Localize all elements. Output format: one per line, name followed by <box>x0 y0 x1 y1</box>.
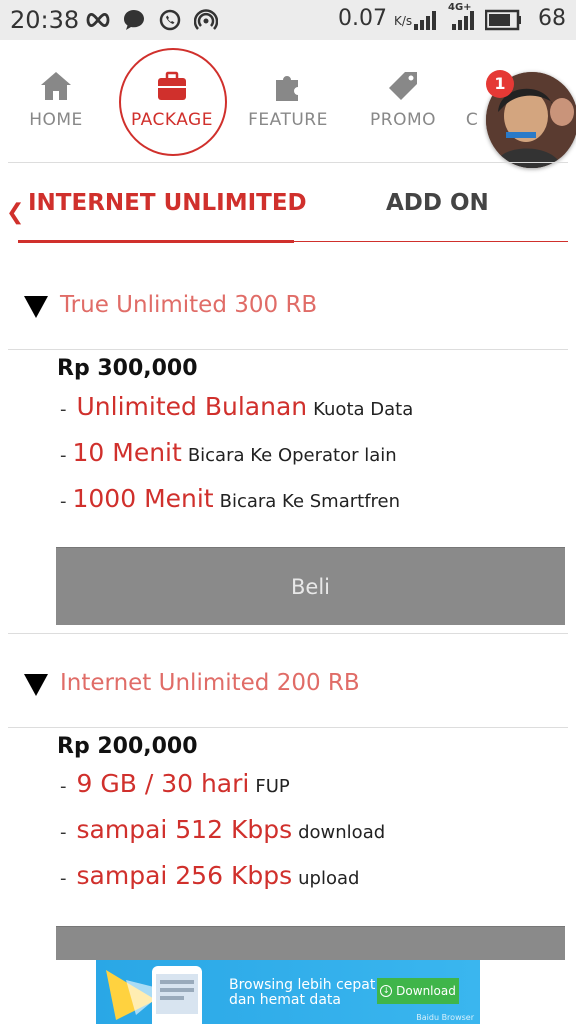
feature-item: - 1000 Menit Bicara Ke Smartfren <box>60 484 401 513</box>
package-price: Rp 300,000 <box>57 356 198 381</box>
package-header[interactable]: True Unlimited 300 RB <box>0 260 576 340</box>
nav-promo[interactable]: PROMO <box>353 68 453 130</box>
active-tab-underline <box>18 240 294 243</box>
hotspot-icon <box>192 6 220 34</box>
nav-divider <box>8 162 568 163</box>
buy-button[interactable]: Beli <box>56 547 565 625</box>
nav-feature-label: FEATURE <box>248 110 328 130</box>
signal-4g-icon: 4G+ <box>448 2 476 34</box>
phone-illustration-icon <box>106 966 202 1024</box>
divider <box>8 727 568 728</box>
divider <box>8 633 568 634</box>
status-time: 20:38 <box>10 6 80 34</box>
package-header[interactable]: Internet Unlimited 200 RB <box>0 638 576 718</box>
nav-package-label: PACKAGE <box>131 110 213 130</box>
nav-feature[interactable]: FEATURE <box>238 68 338 130</box>
tag-icon <box>353 68 453 108</box>
package-title: True Unlimited 300 RB <box>60 292 318 318</box>
briefcase-icon <box>122 68 222 108</box>
ad-text: Browsing lebih cepat dan hemat data <box>229 977 376 1008</box>
tab-internet-unlimited[interactable]: INTERNET UNLIMITED <box>28 190 307 216</box>
tab-baseline <box>294 241 568 242</box>
package-price: Rp 200,000 <box>57 734 198 759</box>
infinity-icon <box>84 6 112 34</box>
chat-icon <box>120 6 148 34</box>
tab-bar: ❮ INTERNET UNLIMITED ADD ON <box>0 170 576 244</box>
ad-brand: Baidu Browser <box>416 1013 474 1022</box>
battery-level: 68 <box>538 6 566 31</box>
ad-download-button[interactable]: ↓ Download <box>377 978 459 1004</box>
collapse-triangle-icon <box>24 296 48 318</box>
nav-home-label: HOME <box>29 110 83 130</box>
feature-item: - sampai 512 Kbps download <box>60 815 386 844</box>
nav-package[interactable]: PACKAGE <box>122 68 222 130</box>
download-icon: ↓ <box>380 985 393 997</box>
package-title: Internet Unlimited 200 RB <box>60 670 360 696</box>
buy-button[interactable] <box>56 926 565 960</box>
divider <box>8 349 568 350</box>
notification-badge: 1 <box>486 70 514 98</box>
feature-item: - sampai 256 Kbps upload <box>60 861 360 890</box>
battery-icon <box>484 6 524 34</box>
signal-icon <box>412 6 440 34</box>
chevron-left-icon[interactable]: ❮ <box>6 200 24 225</box>
ad-banner[interactable]: Browsing lebih cepat dan hemat data ↓ Do… <box>96 960 480 1024</box>
status-bar: 20:38 0.07 K/s 4G+ 68 <box>0 0 576 40</box>
network-speed: 0.07 K/s <box>338 6 413 31</box>
collapse-triangle-icon <box>24 674 48 696</box>
nav-home[interactable]: HOME <box>6 68 106 130</box>
nav-promo-label: PROMO <box>370 110 436 130</box>
tab-add-on[interactable]: ADD ON <box>386 190 489 216</box>
nav-partial-label: C <box>465 110 479 130</box>
feature-item: - 10 Menit Bicara Ke Operator lain <box>60 438 397 467</box>
feature-item: - 9 GB / 30 hari FUP <box>60 769 290 798</box>
home-icon <box>6 68 106 108</box>
whatsapp-icon <box>156 6 184 34</box>
puzzle-icon <box>238 68 338 108</box>
feature-item: - Unlimited Bulanan Kuota Data <box>60 392 414 421</box>
